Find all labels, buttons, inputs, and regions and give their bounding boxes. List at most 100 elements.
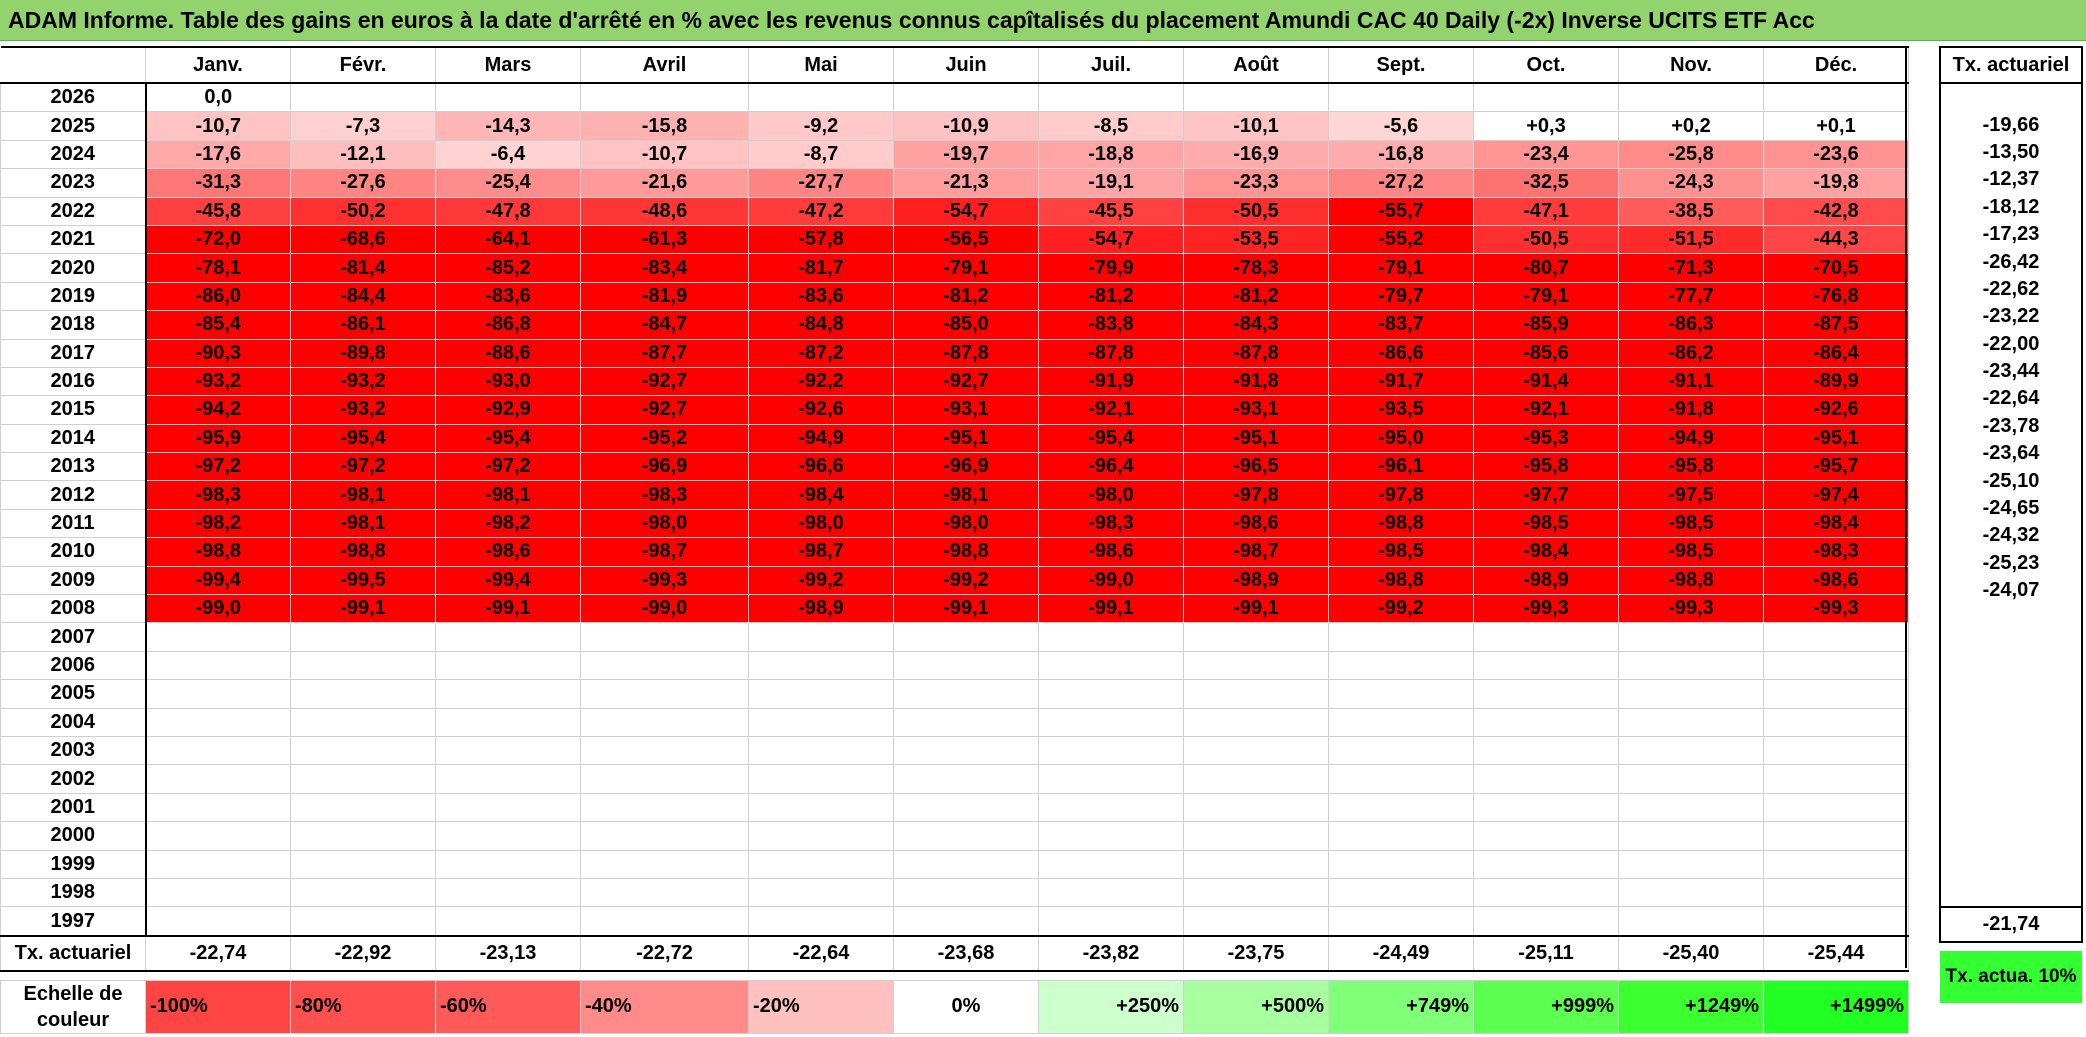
value-cell: -95,7 bbox=[1763, 452, 1909, 482]
value-cell bbox=[580, 792, 749, 823]
value-cell: -94,9 bbox=[748, 423, 894, 454]
value-cell: -98,7 bbox=[748, 537, 894, 567]
value-cell: -47,1 bbox=[1473, 196, 1619, 226]
month-header: Nov. bbox=[1618, 46, 1764, 84]
value-cell bbox=[1038, 906, 1184, 937]
value-cell: -99,3 bbox=[1618, 594, 1764, 624]
value-cell: -21,6 bbox=[580, 168, 749, 198]
table-row: 2020 -78,1 -81,4 -85,2 -83,4 -81,7 -79,1 -79,9-… bbox=[0, 253, 1909, 283]
value-cell: -99,4 bbox=[145, 565, 291, 596]
value-cell bbox=[145, 622, 291, 652]
value-cell: -87,7 bbox=[580, 338, 749, 368]
value-cell bbox=[1763, 877, 1909, 908]
value-cell: -92,6 bbox=[748, 395, 894, 425]
value-cell: -99,3 bbox=[1473, 594, 1619, 624]
value-cell: -79,1 bbox=[893, 253, 1039, 283]
value-cell: -98,8 bbox=[1618, 565, 1764, 596]
value-cell bbox=[1328, 821, 1474, 851]
rate-cell: -26,42 bbox=[1939, 248, 2083, 276]
value-cell bbox=[290, 707, 436, 737]
value-cell bbox=[893, 821, 1039, 851]
value-cell bbox=[1763, 650, 1909, 681]
value-cell: -91,4 bbox=[1473, 366, 1619, 397]
value-cell: -55,2 bbox=[1328, 224, 1474, 255]
year-label: 2018 bbox=[0, 310, 147, 340]
value-cell: -31,3 bbox=[145, 168, 291, 198]
value-cell bbox=[580, 650, 749, 681]
value-cell bbox=[290, 906, 436, 937]
value-cell: -72,0 bbox=[145, 224, 291, 255]
month-header: Avril bbox=[580, 46, 749, 84]
value-cell bbox=[1618, 622, 1764, 652]
value-cell: -96,6 bbox=[748, 452, 894, 482]
value-cell bbox=[1473, 735, 1619, 766]
value-cell bbox=[1038, 707, 1184, 737]
value-cell bbox=[1618, 792, 1764, 823]
scale-swatch: -60% bbox=[435, 979, 581, 1034]
month-header: Janv. bbox=[145, 46, 291, 84]
totals-cell: -22,64 bbox=[748, 934, 894, 972]
scale-swatch: +500% bbox=[1183, 979, 1329, 1034]
year-label: 2000 bbox=[0, 821, 147, 851]
value-cell: -79,7 bbox=[1328, 281, 1474, 312]
value-cell bbox=[748, 764, 894, 794]
value-cell bbox=[1618, 650, 1764, 681]
year-label: 2024 bbox=[0, 139, 147, 170]
year-label: 2019 bbox=[0, 281, 147, 312]
rate-cell: -23,44 bbox=[1939, 357, 2083, 386]
value-cell: -71,3 bbox=[1618, 253, 1764, 283]
rate-cell: -23,22 bbox=[1939, 303, 2083, 331]
value-cell: -91,7 bbox=[1328, 366, 1474, 397]
value-cell: -95,0 bbox=[1328, 423, 1474, 454]
value-cell: -95,9 bbox=[145, 423, 291, 454]
totals-overall: -21,74 bbox=[1939, 905, 2083, 943]
table-row: 2009 -99,4 -99,5 -99,4 -99,3 -99,2 -99,2 -99,0-… bbox=[0, 565, 1909, 596]
value-cell bbox=[748, 906, 894, 937]
value-cell: -70,5 bbox=[1763, 253, 1909, 283]
value-cell bbox=[1328, 679, 1474, 709]
value-cell: -57,8 bbox=[748, 224, 894, 255]
scale-swatch: 0% bbox=[893, 979, 1039, 1034]
value-cell bbox=[435, 906, 581, 937]
value-cell bbox=[748, 792, 894, 823]
value-cell bbox=[145, 650, 291, 681]
rate-cell bbox=[1939, 686, 2083, 714]
totals-cell: -23,75 bbox=[1183, 934, 1329, 972]
month-header: Déc. bbox=[1763, 46, 1909, 84]
value-cell: -99,1 bbox=[1183, 594, 1329, 624]
value-cell: -95,1 bbox=[893, 423, 1039, 454]
value-cell bbox=[1038, 764, 1184, 794]
value-cell: -98,3 bbox=[1763, 537, 1909, 567]
value-cell: -98,6 bbox=[1183, 508, 1329, 539]
value-cell bbox=[1473, 707, 1619, 737]
value-cell bbox=[1473, 877, 1619, 908]
value-cell bbox=[893, 707, 1039, 737]
value-cell bbox=[1763, 707, 1909, 737]
value-cell: -98,0 bbox=[1038, 480, 1184, 510]
rate-header: Tx. actuariel bbox=[1939, 46, 2083, 84]
totals-cell: -22,92 bbox=[290, 934, 436, 972]
table-row: 2021 -72,0 -68,6 -64,1 -61,3 -57,8 -56,5 -54,7-… bbox=[0, 224, 1909, 255]
value-cell: -96,9 bbox=[893, 452, 1039, 482]
value-cell: -99,1 bbox=[893, 594, 1039, 624]
value-cell: -8,5 bbox=[1038, 111, 1184, 141]
value-cell bbox=[1183, 82, 1329, 113]
value-cell: -93,2 bbox=[290, 366, 436, 397]
value-cell: -10,1 bbox=[1183, 111, 1329, 141]
value-cell bbox=[1328, 906, 1474, 937]
rate-cell: -22,62 bbox=[1939, 275, 2083, 304]
value-cell: -86,6 bbox=[1328, 338, 1474, 368]
value-cell bbox=[748, 650, 894, 681]
value-cell: -99,3 bbox=[1763, 594, 1909, 624]
value-cell: -98,1 bbox=[290, 508, 436, 539]
year-label: 2008 bbox=[0, 594, 147, 624]
rate-cell bbox=[1939, 631, 2083, 660]
month-header: Juin bbox=[893, 46, 1039, 84]
month-header: Août bbox=[1183, 46, 1329, 84]
value-cell bbox=[1473, 821, 1619, 851]
value-cell: -25,8 bbox=[1618, 139, 1764, 170]
value-cell: +0,3 bbox=[1473, 111, 1619, 141]
table-row: 2022 -45,8 -50,2 -47,8 -48,6 -47,2 -54,7 -45,5-… bbox=[0, 196, 1909, 226]
value-cell bbox=[1328, 622, 1474, 652]
value-cell: -32,5 bbox=[1473, 168, 1619, 198]
